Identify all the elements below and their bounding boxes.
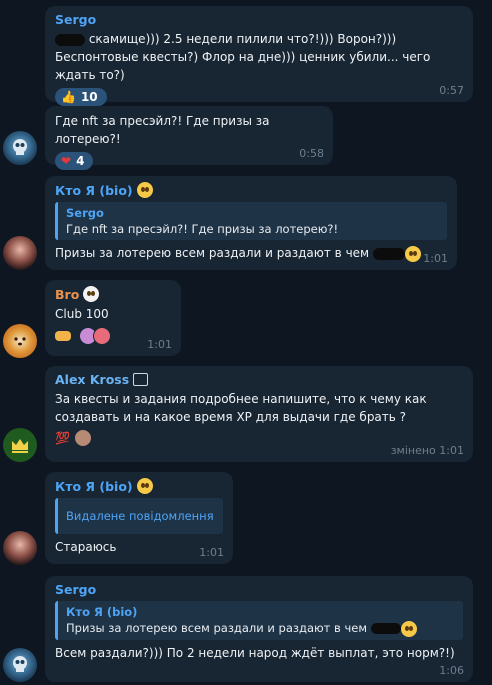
hundred-icon: 💯 (55, 431, 70, 445)
message-time: змінено 1:01 (390, 444, 464, 457)
message-time: 1:01 (199, 546, 224, 559)
message-bubble[interactable]: Bro Club 100 1:01 (45, 280, 181, 356)
quote-sender: Sergo (66, 206, 104, 220)
quote-deleted-text: Видалене повідомлення (66, 509, 214, 523)
skull-icon (13, 139, 27, 155)
thinking-emoji-icon (404, 245, 421, 262)
heart-icon: ❤ (61, 154, 72, 168)
message-bubble[interactable]: Кто Я (bio) Sergo Где nft за пресэйл?! Г… (45, 176, 457, 270)
message-text: скамище))) 2.5 недели пилили что?!))) Во… (55, 32, 431, 82)
dog-icon (14, 337, 26, 346)
thinking-emoji-icon (400, 620, 417, 637)
message-bubble[interactable]: Sergo скамище))) 2.5 недели пилили что?!… (45, 6, 473, 106)
avatar-skull[interactable] (3, 131, 37, 165)
reply-quote[interactable]: Sergo Где nft за пресэйл?! Где призы за … (55, 202, 447, 240)
message-bubble[interactable]: Alex Kross За квесты и задания подробнее… (45, 366, 473, 462)
avatar-shiba[interactable] (3, 324, 37, 358)
message-bubble[interactable]: Кто Я (bio) Видалене повідомлення Стараю… (45, 472, 233, 564)
sender-name[interactable]: Кто Я (bio) (55, 478, 223, 494)
sender-name[interactable]: Bro (55, 286, 171, 302)
message-time: 0:58 (299, 147, 324, 160)
reactor-avatar (93, 327, 111, 345)
message-text: Где nft за пресэйл?! Где призы за лотере… (55, 114, 270, 146)
sender-name[interactable]: Кто Я (bio) (55, 182, 447, 198)
eyes-emoji-icon (83, 286, 100, 302)
thumbs-up-icon: 👍 (61, 90, 76, 104)
sender-name[interactable]: Sergo (55, 12, 463, 27)
message-text: Club 100 (55, 307, 109, 321)
reactor-avatar (73, 429, 92, 447)
redacted-text (372, 247, 405, 260)
chat-history: Sergo скамище))) 2.5 недели пилили что?!… (0, 0, 492, 685)
crown-icon (12, 439, 28, 453)
message-bubble[interactable]: Sergo Кто Я (bio) Призы за лотерею всем … (45, 576, 473, 682)
reaction-heart[interactable]: ❤ 4 (55, 152, 94, 170)
message-time: 1:01 (147, 338, 172, 351)
sender-name[interactable]: Alex Kross (55, 372, 463, 387)
message-text: Стараюсь (55, 540, 117, 554)
pointing-hand-icon (55, 331, 71, 341)
redacted-text (55, 33, 85, 46)
sender-name[interactable]: Sergo (55, 582, 463, 597)
redacted-text (370, 623, 401, 634)
reaction-thumbs-up[interactable]: 👍 10 (55, 88, 107, 106)
skull-icon (13, 656, 27, 672)
message-text: За квесты и задания подробнее напишите, … (55, 392, 427, 424)
avatar-user[interactable] (3, 236, 37, 270)
quote-sender: Кто Я (bio) (66, 605, 138, 619)
message-time: 1:06 (439, 664, 464, 677)
message-time: 0:57 (439, 84, 464, 97)
avatar-crown[interactable] (3, 428, 37, 462)
reply-quote[interactable]: Кто Я (bio) Призы за лотерею всем раздал… (55, 601, 463, 640)
badge-icon (133, 373, 149, 386)
message-time: 1:01 (423, 252, 448, 265)
grin-emoji-icon (136, 182, 153, 198)
grin-emoji-icon (136, 478, 153, 494)
message-text: Всем раздали?))) По 2 недели народ ждёт … (55, 645, 455, 660)
quote-text: Где nft за пресэйл?! Где призы за лотере… (66, 222, 339, 236)
avatar-skull[interactable] (3, 648, 37, 682)
message-bubble[interactable]: Где nft за пресэйл?! Где призы за лотере… (45, 106, 333, 170)
reply-quote[interactable]: Видалене повідомлення (55, 498, 223, 534)
message-text: Призы за лотерею всем раздали и раздают … (55, 244, 447, 262)
quote-text: Призы за лотерею всем раздали и раздают … (66, 620, 455, 637)
avatar-user[interactable] (3, 531, 37, 565)
